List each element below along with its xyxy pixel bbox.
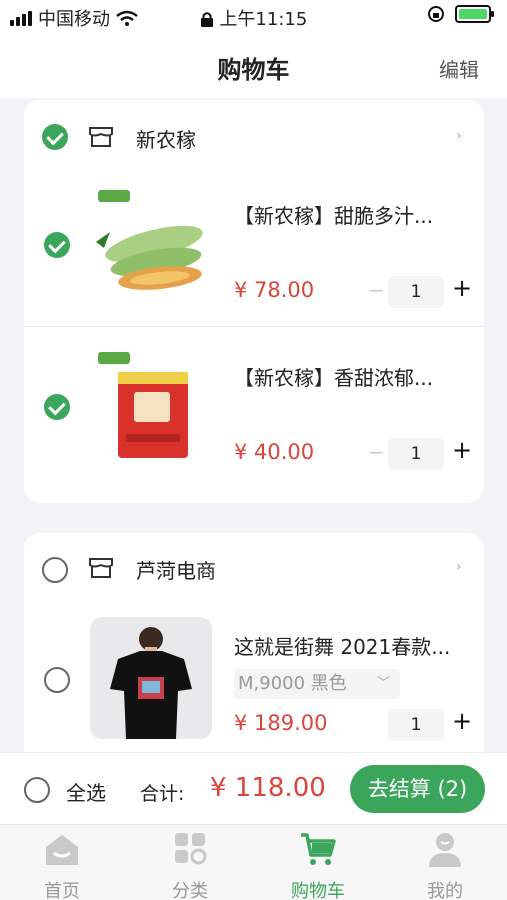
variant-label: M,9000 黑色 xyxy=(238,673,347,694)
tab-home[interactable]: 首页 xyxy=(12,831,112,900)
decrease-button[interactable]: − xyxy=(368,440,385,464)
item-title[interactable]: 【新农稼】甜脆多汁... xyxy=(234,200,433,229)
category-icon xyxy=(175,833,207,865)
tab-label: 购物车 xyxy=(291,881,345,900)
lock-icon xyxy=(200,12,213,27)
item-title[interactable]: 这就是街舞 2021春款... xyxy=(234,631,450,660)
tab-cart[interactable]: 购物车 xyxy=(268,831,368,900)
checkout-bar: 全选 合计: ¥ 118.00 去结算 (2) xyxy=(0,752,507,824)
shop-card: 新农稼 › 【新农稼】甜脆多汁... ¥ 78.00 − 1 + 【新农稼】香甜… xyxy=(24,100,484,503)
cart-item: 这就是街舞 2021春款... M,9000 黑色 ﹀ ¥ 189.00 1 + xyxy=(24,613,484,763)
quantity-field[interactable]: 1 xyxy=(388,438,444,470)
shop-name: 芦菏电商 xyxy=(136,559,216,583)
chevron-down-icon: ﹀ xyxy=(376,676,390,691)
tab-label: 首页 xyxy=(44,881,80,900)
product-image[interactable] xyxy=(90,344,212,466)
quantity-field[interactable]: 1 xyxy=(388,276,444,308)
item-checkbox[interactable] xyxy=(44,394,70,420)
edit-button[interactable]: 编辑 xyxy=(439,54,479,83)
item-price: ¥ 78.00 xyxy=(234,278,315,302)
shop-checkbox[interactable] xyxy=(42,124,68,150)
battery-icon xyxy=(455,5,494,23)
tshirt-model-image xyxy=(110,627,192,739)
select-all-label[interactable]: 全选 xyxy=(66,777,106,806)
item-price: ¥ 40.00 xyxy=(234,440,315,464)
shop-header: 芦菏电商 › xyxy=(24,539,484,599)
quantity-field[interactable]: 1 xyxy=(388,709,444,741)
store-icon xyxy=(89,127,113,147)
clock-label: 上午11:15 xyxy=(219,9,308,30)
item-price: ¥ 189.00 xyxy=(234,711,328,735)
increase-button[interactable]: + xyxy=(452,436,472,464)
product-image[interactable] xyxy=(90,182,212,304)
increase-button[interactable]: + xyxy=(452,274,472,302)
item-title[interactable]: 【新农稼】香甜浓郁... xyxy=(234,362,433,391)
item-checkbox[interactable] xyxy=(44,667,70,693)
chevron-right-icon[interactable]: › xyxy=(456,559,462,575)
increase-button[interactable]: + xyxy=(452,707,472,735)
store-icon xyxy=(89,558,113,578)
shop-name: 新农稼 xyxy=(136,128,196,152)
tab-profile[interactable]: 我的 xyxy=(395,831,495,900)
item-checkbox[interactable] xyxy=(44,232,70,258)
tab-bar: 首页 分类 购物车 我的 xyxy=(0,824,507,900)
checkout-button[interactable]: 去结算 (2) xyxy=(350,765,485,813)
product-image[interactable] xyxy=(90,617,212,739)
home-icon xyxy=(46,835,78,865)
tab-label: 分类 xyxy=(172,881,208,900)
status-bar: 中国移动 上午11:15 xyxy=(0,0,507,34)
status-right xyxy=(427,5,494,23)
page-header: 购物车 编辑 xyxy=(0,34,507,98)
cart-item: 【新农稼】甜脆多汁... ¥ 78.00 − 1 + xyxy=(24,176,484,326)
cart-item: 【新农稼】香甜浓郁... ¥ 40.00 − 1 + xyxy=(24,338,484,488)
select-all-checkbox[interactable] xyxy=(24,777,50,803)
melon-image xyxy=(96,190,203,290)
shop-header: 新农稼 › xyxy=(24,108,484,168)
cart-icon xyxy=(301,833,336,865)
chevron-right-icon[interactable]: › xyxy=(456,128,462,144)
rotation-lock-icon xyxy=(428,6,444,22)
variant-selector[interactable]: M,9000 黑色 ﹀ xyxy=(234,669,400,699)
shop-card: 芦菏电商 › 这就是街舞 2021春款... M,9000 黑色 ﹀ ¥ 189… xyxy=(24,533,484,773)
item-divider xyxy=(24,326,484,327)
shop-checkbox[interactable] xyxy=(42,557,68,583)
profile-icon xyxy=(429,833,461,867)
total-label: 合计: xyxy=(140,783,185,805)
tab-label: 我的 xyxy=(427,881,463,900)
tab-category[interactable]: 分类 xyxy=(140,831,240,900)
decrease-button[interactable]: − xyxy=(368,278,385,302)
page-title: 购物车 xyxy=(217,56,290,84)
total-price: ¥ 118.00 xyxy=(210,773,326,803)
snack-bag-image xyxy=(98,352,188,458)
